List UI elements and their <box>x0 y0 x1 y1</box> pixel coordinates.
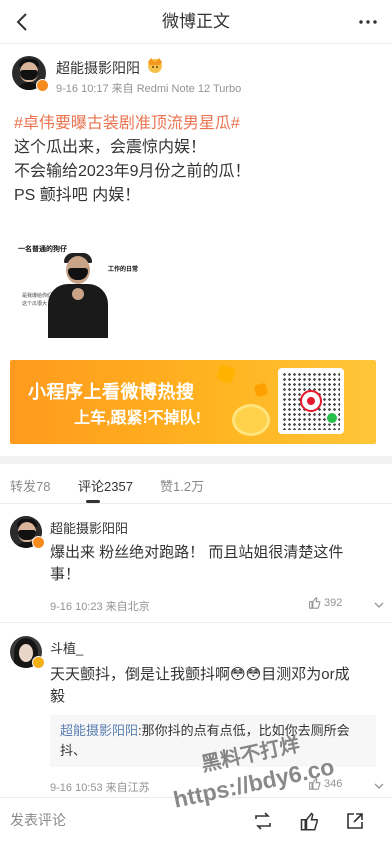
tab-repost[interactable]: 转发78 <box>10 476 50 495</box>
author-name[interactable]: 超能摄影阳阳 <box>56 58 140 78</box>
repost-icon[interactable] <box>252 810 274 832</box>
image-caption: 工作的日常 <box>108 267 139 273</box>
verified-badge-icon <box>32 656 45 669</box>
verified-badge-icon <box>32 536 45 549</box>
interaction-tabs: 转发78 评论2357 赞1.2万 <box>0 464 392 504</box>
comment-text: 天天颤抖，倒是让我颤抖啊😳😳目测邓为or成 毅 <box>50 664 376 708</box>
comment-input[interactable]: 发表评论 <box>10 810 66 830</box>
decorative-coin-icon <box>232 404 270 436</box>
reply-author-link[interactable]: 超能摄影阳阳 <box>60 723 138 738</box>
more-options-icon[interactable] <box>354 8 382 36</box>
topic-link[interactable]: #卓伟要曝古装剧准顶流男星瓜# <box>14 112 384 136</box>
bottom-action-bar: 发表评论 <box>0 797 392 845</box>
comment-like-count: 392 <box>324 596 343 609</box>
thumbs-up-icon <box>309 777 321 790</box>
post-content: #卓伟要曝古装剧准顶流男星瓜# 这个瓜出来，会震惊内娱！ 不会输给2023年9月… <box>14 112 384 208</box>
verified-badge-icon <box>36 79 49 92</box>
mini-program-banner[interactable]: 小程序上看微博热搜 上车,跟紧!不掉队! <box>10 360 376 444</box>
post-image[interactable]: 一名普通的狗仔 工作的日常 是我爆给你们的 这个瓜很大 <box>14 238 140 338</box>
decorative-coin-icon <box>253 382 269 398</box>
post-line: 不会输给2023年9月份之前的瓜！ <box>14 163 251 180</box>
banner-subline: 上车,跟紧!不掉队! <box>74 410 202 427</box>
wechat-icon <box>326 412 338 424</box>
qr-code <box>278 368 344 434</box>
weibo-logo-icon <box>300 390 322 412</box>
top-nav-bar: 微博正文 <box>0 0 392 44</box>
post-line: PS 颤抖吧 内娱！ <box>14 187 141 204</box>
comment-meta: 9-16 10:23 来自北京 <box>50 601 150 613</box>
comment-line: 爆出来 粉丝绝对跑路！ 而且站姐很清楚这件 <box>50 544 344 561</box>
comment-divider <box>0 622 392 623</box>
member-crown-icon <box>144 56 166 74</box>
comment-line: 天天颤抖，倒是让我颤抖啊😳😳目测邓为or成 <box>50 666 350 683</box>
comment-like-button[interactable]: 392 <box>308 596 342 609</box>
like-icon[interactable] <box>298 810 320 832</box>
comment-more-icon[interactable] <box>372 779 386 793</box>
image-caption: 一名普通的狗仔 <box>18 246 67 253</box>
comment-line: 事！ <box>50 566 81 583</box>
tab-indicator <box>86 500 100 503</box>
comment-like-count: 346 <box>324 777 343 790</box>
commenter-name[interactable]: 斗植_ <box>50 638 83 657</box>
image-caption: 这个瓜很大 <box>22 301 48 307</box>
post-line: 这个瓜出来，会震惊内娱！ <box>14 139 207 156</box>
commenter-name[interactable]: 超能摄影阳阳 <box>50 518 128 537</box>
comment-text: 爆出来 粉丝绝对跑路！ 而且站姐很清楚这件 事！ <box>50 542 376 586</box>
tab-comments[interactable]: 评论2357 <box>78 476 133 495</box>
tab-likes[interactable]: 赞1.2万 <box>160 476 204 495</box>
reply-text: 超能摄影阳阳:那你抖的点有点低，比如你去厕所会抖、 <box>60 721 366 761</box>
post-header: 超能摄影阳阳 9-16 10:17 来自 Redmi Note 12 Turbo <box>12 56 380 98</box>
banner-headline: 小程序上看微博热搜 <box>28 382 195 402</box>
comment-meta: 9-16 10:53 来自江苏 <box>50 782 150 794</box>
nested-reply[interactable]: 超能摄影阳阳:那你抖的点有点低，比如你去厕所会抖、 <box>50 715 376 767</box>
page-title: 微博正文 <box>162 12 230 31</box>
share-icon[interactable] <box>344 810 366 832</box>
decorative-coin-icon <box>215 363 237 385</box>
comment-line: 毅 <box>50 688 66 705</box>
section-divider <box>0 456 392 464</box>
post-meta: 9-16 10:17 来自 Redmi Note 12 Turbo <box>56 83 242 95</box>
thumbs-up-icon <box>309 596 321 609</box>
comment-like-button[interactable]: 346 <box>308 777 342 790</box>
comment-more-icon[interactable] <box>372 598 386 612</box>
